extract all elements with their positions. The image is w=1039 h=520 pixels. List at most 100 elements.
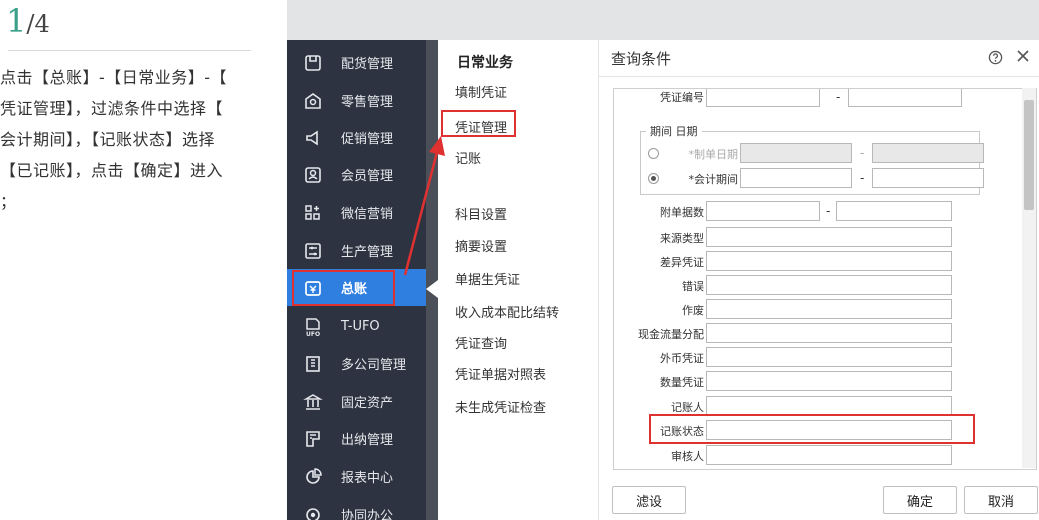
period-from-select[interactable]	[740, 168, 852, 188]
filter-settings-button[interactable]: 滤设	[612, 486, 686, 514]
range-dash: -	[826, 204, 831, 218]
sidebar-item-label: 促销管理	[341, 132, 394, 147]
sidebar-item[interactable]: 报表中心	[287, 458, 426, 495]
cancel-button[interactable]: 取消	[964, 486, 1038, 514]
sidebar-item[interactable]: 固定资产	[287, 383, 426, 420]
sidebar-item-label: T-UFO	[341, 319, 380, 334]
qty-voucher-select[interactable]	[706, 371, 952, 391]
fx-voucher-select[interactable]	[706, 347, 952, 367]
sidebar-item[interactable]: 多公司管理	[287, 345, 426, 382]
voucher-no-from-input[interactable]	[706, 89, 820, 107]
red-arrow-icon	[403, 136, 445, 276]
dialog-title: 查询条件	[611, 50, 672, 68]
step-total: /4	[26, 10, 50, 38]
voucher-no-label: 凭证编号	[660, 91, 704, 104]
step-indicator: 1/4	[6, 2, 50, 40]
attach-count-to-input[interactable]	[836, 201, 952, 221]
ufo-doc-icon: UFO	[303, 317, 323, 337]
create-date-from-input[interactable]	[740, 143, 852, 163]
query-dialog: 查询条件 凭证编号 - 期间 日期 *制单日期 - *会计期间 - 附单据数 - 来源类型差异凭证…	[598, 40, 1039, 520]
ok-button[interactable]: 确定	[883, 486, 957, 514]
tutorial-divider	[8, 50, 251, 51]
grid-plus-icon	[303, 203, 323, 223]
sidebar-item-label: 协同办公	[341, 509, 394, 520]
submenu-item[interactable]: 摘要设置	[455, 236, 507, 255]
sidebar-item-label: 多公司管理	[341, 358, 407, 373]
auditor-lookup[interactable]	[706, 445, 952, 465]
fx-voucher-label: 外币凭证	[660, 352, 704, 365]
cashier-icon	[303, 429, 323, 449]
bank-icon	[303, 392, 323, 412]
top-band	[287, 0, 1039, 40]
sidebar-item-label: 配货管理	[341, 57, 394, 72]
dialog-header-divider	[599, 76, 1039, 77]
void-label: 作废	[682, 304, 704, 317]
sidebar-item[interactable]: 配货管理	[287, 44, 426, 81]
source-type-select[interactable]	[706, 227, 952, 247]
cashflow-select[interactable]	[706, 323, 952, 343]
range-dash: -	[860, 171, 865, 185]
accounting-period-label: *会计期间	[688, 173, 739, 186]
form-scrollbar[interactable]	[1022, 88, 1036, 468]
sidebar-item[interactable]: 零售管理	[287, 82, 426, 119]
source-type-label: 来源类型	[660, 232, 704, 245]
sidebar-item[interactable]: 出纳管理	[287, 420, 426, 457]
collab-icon	[303, 505, 323, 520]
sidebar-item-label: 微信营销	[341, 207, 394, 222]
sidebar-item-label: 出纳管理	[341, 433, 394, 448]
attach-count-from-input[interactable]	[706, 201, 820, 221]
sidebar-item-label: 会员管理	[341, 169, 394, 184]
svg-text:UFO: UFO	[306, 331, 320, 337]
submenu-item[interactable]: 记账	[455, 148, 481, 167]
void-select[interactable]	[706, 299, 952, 319]
sidebar-item-label: 生产管理	[341, 245, 394, 260]
sidebar-item[interactable]: UFO T-UFO	[287, 308, 426, 345]
submenu-item[interactable]: 填制凭证	[455, 82, 507, 101]
submenu-item[interactable]: 凭证查询	[455, 333, 507, 352]
range-dash: -	[836, 90, 841, 104]
error-label: 错误	[682, 280, 704, 293]
box-icon	[303, 53, 323, 73]
submenu-title: 日常业务	[457, 55, 513, 71]
filter-form: 凭证编号 - 期间 日期 *制单日期 - *会计期间 - 附单据数 - 来源类型差异凭证错误作废现…	[613, 88, 1037, 470]
step-current: 1	[6, 2, 27, 40]
period-to-select[interactable]	[872, 168, 984, 188]
audit-status-select[interactable]	[706, 469, 952, 470]
submenu-item[interactable]: 单据生凭证	[455, 269, 520, 288]
member-card-icon	[303, 165, 323, 185]
submenu-item[interactable]: 科目设置	[455, 204, 507, 223]
submenu-item[interactable]: 收入成本配比结转	[455, 302, 559, 321]
range-dash: -	[860, 146, 865, 160]
megaphone-icon	[303, 128, 323, 148]
pie-chart-icon	[303, 467, 323, 487]
diff-voucher-select[interactable]	[706, 251, 952, 271]
sliders-icon	[303, 241, 323, 261]
submenu-item[interactable]: 凭证单据对照表	[455, 364, 546, 383]
close-icon[interactable]	[1015, 48, 1031, 64]
help-icon[interactable]	[988, 50, 1003, 65]
submenu-caret	[426, 280, 438, 298]
voucher-no-to-input[interactable]	[848, 89, 962, 107]
tutorial-instruction: 点击【总账】-【日常业务】-【 凭证管理】，过滤条件中选择【 会计期间】，【记账…	[0, 68, 228, 211]
attach-count-label: 附单据数	[660, 206, 704, 219]
create-date-to-input[interactable]	[872, 143, 984, 163]
error-select[interactable]	[706, 275, 952, 295]
poster-lookup[interactable]	[706, 396, 952, 416]
scroll-thumb[interactable]	[1024, 100, 1034, 210]
qty-voucher-label: 数量凭证	[660, 376, 704, 389]
store-icon	[303, 91, 323, 111]
auditor-label: 审核人	[671, 450, 704, 463]
period-group-label: 期间 日期	[646, 123, 702, 139]
cashflow-label: 现金流量分配	[638, 328, 704, 341]
submenu-item[interactable]: 未生成凭证检查	[455, 397, 546, 416]
diff-voucher-label: 差异凭证	[660, 256, 704, 269]
poster-label: 记账人	[671, 401, 704, 414]
sidebar-item[interactable]: 协同办公	[287, 496, 426, 520]
sidebar-item-label: 报表中心	[341, 471, 394, 486]
create-date-label: *制单日期	[688, 148, 739, 161]
highlight-ledger	[292, 270, 395, 306]
building-icon	[303, 354, 323, 374]
highlight-post-status	[649, 414, 975, 444]
tutorial-panel: 1/4 点击【总账】-【日常业务】-【 凭证管理】，过滤条件中选择【 会计期间】…	[0, 0, 287, 520]
sidebar-item-label: 固定资产	[341, 396, 394, 411]
